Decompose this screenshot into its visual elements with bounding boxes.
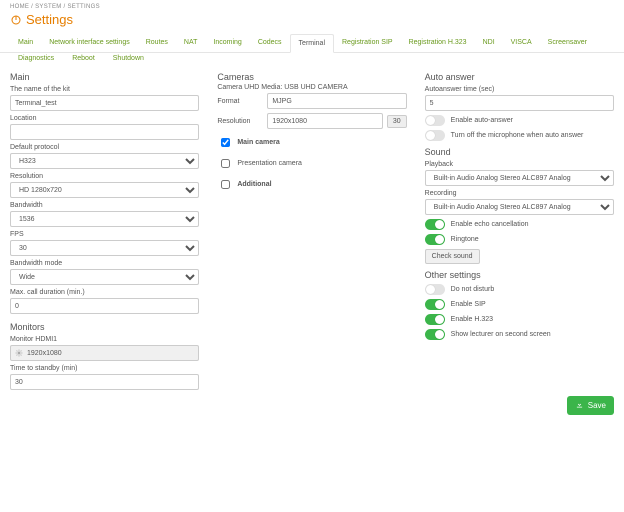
dnd-label: Do not disturb <box>451 286 495 293</box>
tab-reg-h323[interactable]: Registration H.323 <box>401 34 475 53</box>
recording-label: Recording <box>425 190 614 197</box>
toggle-ringtone[interactable] <box>425 234 445 245</box>
tab-network[interactable]: Network interface settings <box>41 34 138 53</box>
auto-heading: Auto answer <box>425 72 614 82</box>
additional-label: Additional <box>237 181 271 188</box>
page-title: Settings <box>26 12 73 27</box>
toggle-echo[interactable] <box>425 219 445 230</box>
subtabs: Diagnostics Reboot Shutdown <box>0 53 624 66</box>
tab-routes[interactable]: Routes <box>138 34 176 53</box>
presentation-camera-checkbox[interactable] <box>221 159 230 168</box>
location-label: Location <box>10 115 199 122</box>
save-icon <box>575 400 584 411</box>
tab-visca[interactable]: VISCA <box>503 34 540 53</box>
standby-label: Time to standby (min) <box>10 365 199 372</box>
toggle-mute-on-auto[interactable] <box>425 130 445 141</box>
tab-nat[interactable]: NAT <box>176 34 205 53</box>
sound-heading: Sound <box>425 147 614 157</box>
monitor-value-text: 1920x1080 <box>27 350 62 357</box>
tab-codecs[interactable]: Codecs <box>250 34 290 53</box>
cam-res-input[interactable] <box>267 113 383 129</box>
tab-terminal[interactable]: Terminal <box>290 34 334 53</box>
other-heading: Other settings <box>425 270 614 280</box>
bandwidth-select[interactable]: 1536 <box>10 211 199 227</box>
camera-title: Camera UHD Media: USB UHD CAMERA <box>217 84 406 91</box>
standby-input[interactable] <box>10 374 199 390</box>
subtab-reboot[interactable]: Reboot <box>72 55 95 62</box>
cam-res-label: Resolution <box>217 118 263 125</box>
subtab-diagnostics[interactable]: Diagnostics <box>18 55 54 62</box>
playback-label: Playback <box>425 161 614 168</box>
power-icon <box>10 14 22 26</box>
bandwidth-label: Bandwidth <box>10 202 199 209</box>
monitors-heading: Monitors <box>10 322 199 332</box>
tab-screensaver[interactable]: Screensaver <box>540 34 595 53</box>
cameras-heading: Cameras <box>217 72 406 82</box>
breadcrumb: HOME / SYSTEM / SETTINGS <box>10 4 614 10</box>
monitor-label: Monitor HDMI1 <box>10 336 199 343</box>
format-label: Format <box>217 98 263 105</box>
bwmode-select[interactable]: Wide <box>10 269 199 285</box>
name-input[interactable] <box>10 95 199 111</box>
bwmode-label: Bandwidth mode <box>10 260 199 267</box>
main-camera-label: Main camera <box>237 139 279 146</box>
playback-select[interactable]: Built-in Audio Analog Stereo ALC897 Anal… <box>425 170 614 186</box>
protocol-label: Default protocol <box>10 144 199 151</box>
tab-ndi[interactable]: NDI <box>475 34 503 53</box>
name-label: The name of the kit <box>10 86 199 93</box>
tabs: Main Network interface settings Routes N… <box>0 33 624 53</box>
fps-select[interactable]: 30 <box>10 240 199 256</box>
toggle-h323[interactable] <box>425 314 445 325</box>
auto-answer-label: Enable auto-answer <box>451 117 513 124</box>
toggle-dnd[interactable] <box>425 284 445 295</box>
monitor-value: 1920x1080 <box>10 345 199 361</box>
recording-select[interactable]: Built-in Audio Analog Stereo ALC897 Anal… <box>425 199 614 215</box>
tab-reg-sip[interactable]: Registration SIP <box>334 34 401 53</box>
subtab-shutdown[interactable]: Shutdown <box>113 55 144 62</box>
auto-time-input[interactable] <box>425 95 614 111</box>
cam-res-tag: 30 <box>387 115 407 128</box>
main-camera-checkbox[interactable] <box>221 138 230 147</box>
protocol-select[interactable]: H323 <box>10 153 199 169</box>
h323-label: Enable H.323 <box>451 316 493 323</box>
fps-label: FPS <box>10 231 199 238</box>
resolution-label: Resolution <box>10 173 199 180</box>
maxcall-input[interactable] <box>10 298 199 314</box>
maxcall-label: Max. call duration (min.) <box>10 289 199 296</box>
toggle-lecturer[interactable] <box>425 329 445 340</box>
echo-label: Enable echo cancellation <box>451 221 529 228</box>
save-button-label: Save <box>588 401 606 410</box>
auto-time-label: Autoanswer time (sec) <box>425 86 614 93</box>
tab-incoming[interactable]: Incoming <box>205 34 249 53</box>
toggle-auto-answer[interactable] <box>425 115 445 126</box>
location-input[interactable] <box>10 124 199 140</box>
lecturer-label: Show lecturer on second screen <box>451 331 551 338</box>
sip-label: Enable SIP <box>451 301 486 308</box>
brightness-icon <box>15 349 23 357</box>
tab-main[interactable]: Main <box>10 34 41 53</box>
save-button[interactable]: Save <box>567 396 614 415</box>
mute-on-auto-label: Turn off the microphone when auto answer <box>451 132 584 139</box>
toggle-sip[interactable] <box>425 299 445 310</box>
ringtone-label: Ringtone <box>451 236 479 243</box>
main-heading: Main <box>10 72 199 82</box>
presentation-camera-label: Presentation camera <box>237 160 302 167</box>
format-input[interactable] <box>267 93 406 109</box>
additional-checkbox[interactable] <box>221 180 230 189</box>
check-sound-button[interactable]: Check sound <box>425 249 480 264</box>
resolution-select[interactable]: HD 1280x720 <box>10 182 199 198</box>
